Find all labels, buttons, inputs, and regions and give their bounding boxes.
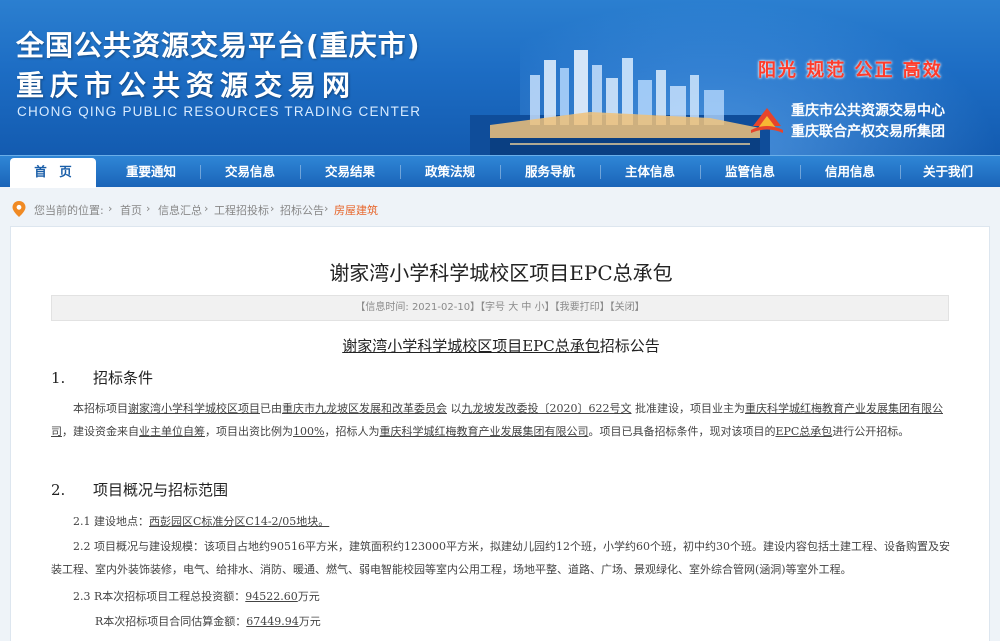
p1-text: ，建设资金来自 [62, 425, 139, 438]
nav-divider [700, 165, 701, 179]
nav-item-home[interactable]: 首 页 [10, 158, 96, 188]
nav-item-policies[interactable]: 政策法规 [402, 156, 498, 188]
nav-item-entity-info[interactable]: 主体信息 [602, 156, 698, 188]
nav-item-notices[interactable]: 重要通知 [104, 156, 198, 188]
p1-tenderer: 重庆科学城红梅教育产业发展集团有限公司 [379, 425, 589, 438]
item-2-4-unit: 万元 [298, 615, 321, 628]
site-title-network: 重庆市公共资源交易网 [16, 69, 357, 102]
breadcrumb: 您当前的位置: › 首页 › 信息汇总 › 工程招投标 › 招标公告 › 房屋建… [0, 195, 1000, 223]
site-banner: 全国公共资源交易平台(重庆市) 重庆市公共资源交易网 CHONG QING PU… [0, 0, 1000, 155]
p1-text: ，招标人为 [324, 425, 380, 438]
p1-text: ，项目出资比例为 [205, 425, 293, 438]
breadcrumb-separator: › [146, 202, 151, 215]
item-2-4-label: R本次招标项目合同估算金额： [95, 615, 247, 628]
p1-epc: EPC总承包 [775, 425, 833, 438]
nav-divider [500, 165, 501, 179]
item-2-1: 2.1 建设地点：西彭园区C标准分区C14-2/05地块。 [73, 513, 329, 529]
p1-text: 本招标项目 [73, 402, 128, 415]
notice-title: 谢家湾小学科学城校区项目EPC总承包招标公告 [11, 335, 991, 356]
item-2-2: 2.2 项目概况与建设规模：该项目占地约90516平方米，建筑面积约123000… [51, 540, 950, 576]
breadcrumb-current[interactable]: 房屋建筑 [334, 202, 378, 218]
breadcrumb-label: 您当前的位置: [34, 204, 104, 217]
p1-project-name: 谢家湾小学科学城校区项目 [128, 402, 260, 415]
nav-item-about-us[interactable]: 关于我们 [902, 156, 994, 188]
section-1-title: 招标条件 [93, 369, 154, 387]
breadcrumb-separator: › [270, 202, 275, 215]
nav-item-supervision[interactable]: 监管信息 [702, 156, 798, 188]
nav-item-service-guide[interactable]: 服务导航 [502, 156, 598, 188]
notice-title-suffix: 招标公告 [599, 337, 660, 355]
p1-text: 。项目已具备招标条件，现对该项目的 [588, 425, 776, 438]
article-title: 谢家湾小学科学城校区项目EPC总承包 [329, 261, 673, 285]
nav-item-trade-results[interactable]: 交易结果 [302, 156, 398, 188]
city-skyline-illustration [470, 50, 770, 155]
org-name-group: 重庆联合产权交易所集团 [791, 124, 945, 140]
notice-title-project: 谢家湾小学科学城校区项目EPC总承包 [342, 337, 600, 355]
nav-divider [400, 165, 401, 179]
item-2-1-location: 西彭园区C标准分区C14-2/05地块。 [149, 515, 330, 528]
breadcrumb-bid-notices[interactable]: 招标公告 [280, 202, 324, 218]
org-name-center: 重庆市公共资源交易中心 [791, 103, 945, 119]
nav-divider [300, 165, 301, 179]
slogan-text: 阳光 规范 公正 高效 [758, 60, 943, 81]
main-nav: 首 页 重要通知 交易信息 交易结果 政策法规 服务导航 主体信息 监管信息 信… [0, 155, 1000, 188]
p1-ratio: 100% [293, 425, 325, 438]
item-2-4: R本次招标项目合同估算金额：67449.94万元 [95, 613, 321, 629]
section-2-heading: 2. 项目概况与招标范围 [51, 479, 228, 500]
print-link[interactable]: 【我要打印】 [555, 302, 610, 313]
item-2-3-label: 2.3 R本次招标项目工程总投资额： [73, 590, 246, 603]
font-size-control[interactable]: 【字号 大 中 小】 [480, 302, 555, 313]
breadcrumb-separator: › [204, 202, 209, 215]
article-meta-bar: 【信息时间: 2021-02-10】【字号 大 中 小】【我要打印】【关闭】 [51, 295, 949, 321]
breadcrumb-separator: › [108, 202, 113, 215]
location-pin-icon [12, 201, 26, 217]
breadcrumb-home[interactable]: 首页 [120, 202, 142, 218]
p1-fund-source: 业主单位自筹 [139, 425, 205, 438]
article-panel: 谢家湾小学科学城校区项目EPC总承包 【信息时间: 2021-02-10】【字号… [10, 226, 990, 641]
nav-divider [600, 165, 601, 179]
close-link[interactable]: 【关闭】 [610, 302, 645, 313]
nav-divider [800, 165, 801, 179]
breadcrumb-engineering-bidding[interactable]: 工程招投标 [214, 202, 269, 218]
item-2-4-value: 67449.94 [246, 615, 299, 628]
nav-item-trade-info[interactable]: 交易信息 [202, 156, 298, 188]
section-1-paragraph: 本招标项目谢家湾小学科学城校区项目已由重庆市九龙坡区发展和改革委员会 以九龙坡发… [51, 397, 951, 443]
nav-divider [200, 165, 201, 179]
item-2-1-label: 2.1 建设地点： [73, 515, 149, 528]
item-2-3-unit: 万元 [297, 590, 320, 603]
meta-time: 【信息时间: 2021-02-10】 [355, 302, 481, 313]
site-title-platform: 全国公共资源交易平台(重庆市) [16, 29, 421, 62]
section-2-number: 2. [51, 481, 66, 499]
item-2-3: 2.3 R本次招标项目工程总投资额：94522.60万元 [73, 588, 320, 604]
section-1-heading: 1. 招标条件 [51, 367, 153, 388]
p1-text: 批准建设，项目业主为 [631, 402, 745, 415]
p1-approver: 重庆市九龙坡区发展和改革委员会 [282, 402, 447, 415]
nav-item-credit-info[interactable]: 信用信息 [802, 156, 898, 188]
breadcrumb-info-summary[interactable]: 信息汇总 [158, 202, 202, 218]
breadcrumb-separator: › [324, 202, 329, 215]
section-2-title: 项目概况与招标范围 [93, 481, 229, 499]
p1-text: 进行公开招标。 [832, 425, 910, 438]
section-1-number: 1. [51, 369, 66, 387]
org-logo-icon [751, 108, 783, 133]
nav-divider [900, 165, 901, 179]
site-title-english: CHONG QING PUBLIC RESOURCES TRADING CENT… [17, 104, 422, 119]
p1-text: 以 [447, 402, 462, 415]
p1-text: 已由 [260, 402, 282, 415]
item-2-3-value: 94522.60 [245, 590, 298, 603]
p1-approval-doc: 九龙坡发改委投〔2020〕622号文 [461, 402, 632, 415]
